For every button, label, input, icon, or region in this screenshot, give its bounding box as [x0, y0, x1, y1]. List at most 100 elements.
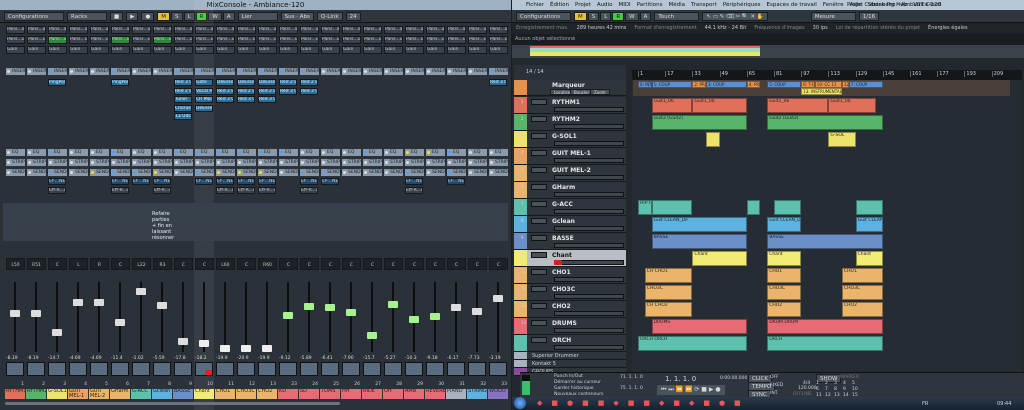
send-slot[interactable]: Ef-...NE	[216, 178, 234, 185]
position-display[interactable]: 1. 1. 1. 0	[665, 375, 696, 383]
mute-solo-buttons[interactable]	[531, 99, 547, 105]
strip-header[interactable]: STRIP	[69, 159, 88, 166]
volume-readout[interactable]: -4.69	[69, 356, 81, 361]
mute-solo-buttons[interactable]	[531, 252, 547, 258]
track-controls[interactable]	[554, 277, 624, 282]
instrument-track[interactable]: Superior Drummer	[514, 352, 626, 360]
track-header[interactable]: 12 CHO3C	[514, 284, 626, 301]
insert-slot[interactable]: Red 3 Cm	[300, 87, 318, 95]
routing-slot[interactable]: Pans...ut	[363, 36, 382, 44]
track-controls[interactable]	[554, 311, 624, 316]
sends-header[interactable]: SENDS	[6, 169, 27, 176]
punch-in-out[interactable]: Punch In/Out	[554, 374, 583, 379]
eq-header[interactable]: EQ	[6, 149, 25, 156]
read-write-buttons[interactable]	[321, 362, 339, 376]
audio-event[interactable]: Guit2 (Guit2)	[651, 115, 747, 130]
marker[interactable]: 6: T-C	[801, 81, 815, 88]
strip-header[interactable]: STRIP	[405, 159, 424, 166]
send-slot[interactable]: Eff-R...ce	[111, 186, 129, 194]
routing-slot[interactable]: Pans...as	[195, 26, 214, 34]
read-write-buttons[interactable]	[258, 362, 276, 376]
routing-slot[interactable]: Gain	[489, 46, 508, 54]
pan-control[interactable]: C	[195, 258, 214, 270]
routing-slot[interactable]: Gain	[300, 46, 319, 54]
track-header[interactable]: 8 Gclean	[514, 216, 626, 233]
volume-fader[interactable]	[262, 344, 272, 352]
routing-slot[interactable]: Gain	[258, 46, 277, 54]
pan-control[interactable]: L60	[216, 258, 235, 270]
mode-w-button[interactable]: W	[625, 11, 639, 21]
routing-slot[interactable]: Pans...ut	[279, 36, 298, 44]
sends-header[interactable]: SENDS	[48, 169, 69, 176]
routing-slot[interactable]: Pans...as	[237, 26, 256, 34]
routing-slot[interactable]: Pans...as	[174, 26, 193, 34]
volume-fader[interactable]	[94, 299, 104, 307]
track-name[interactable]: Superior Drummer	[532, 353, 579, 359]
sends-header[interactable]: SENDS	[279, 169, 300, 176]
sends-header[interactable]: SENDS	[174, 169, 195, 176]
read-write-buttons[interactable]	[342, 362, 360, 376]
audio-event[interactable]: CHO1	[767, 268, 802, 283]
routing-slot[interactable]: Gain	[426, 46, 445, 54]
read-write-buttons[interactable]	[279, 362, 297, 376]
routing-slot[interactable]: Pans...as	[447, 26, 466, 34]
volume-readout[interactable]: -14.7	[48, 356, 60, 361]
routing-slot[interactable]: Gain	[447, 46, 466, 54]
read-write-buttons[interactable]	[363, 362, 381, 376]
volume-fader[interactable]	[157, 301, 167, 309]
audio-event[interactable]: Guit2 (Guit2)	[767, 115, 883, 130]
mute-solo-buttons[interactable]	[531, 133, 547, 139]
track-controls[interactable]	[554, 141, 624, 146]
strip-header[interactable]: STRIP	[447, 159, 466, 166]
volume-readout[interactable]: -7.73	[468, 356, 480, 361]
routing-slot[interactable]: Pans...ut	[153, 36, 172, 44]
routing-slot[interactable]: Pans...as	[258, 26, 277, 34]
eq-header[interactable]: EQ	[363, 149, 382, 156]
strip-header[interactable]: STRIP	[279, 159, 298, 166]
routing-slot[interactable]: Pans...as	[279, 26, 298, 34]
mute-solo-buttons[interactable]	[531, 218, 547, 224]
inserts-header[interactable]: INSERTS	[216, 68, 241, 75]
volume-readout[interactable]: -15.7	[363, 356, 375, 361]
send-slot[interactable]: Ef-...NE	[258, 178, 276, 185]
send-slot[interactable]: Ef-...NE	[321, 178, 339, 185]
insert-slot[interactable]: Tuner	[174, 96, 192, 103]
channel-name[interactable]: STRING2	[467, 389, 487, 399]
routing-slot[interactable]: Pans...ut	[132, 36, 151, 44]
track-name[interactable]: CHO2	[552, 303, 571, 310]
volume-readout[interactable]: -8.19	[6, 356, 18, 361]
track-name[interactable]: G-SOL1	[552, 133, 577, 140]
pan-control[interactable]: C	[48, 258, 67, 270]
volume-fader[interactable]	[199, 339, 209, 347]
send-slot[interactable]: Eff-R...ce	[237, 186, 255, 194]
audio-event[interactable]: Guit1_06	[651, 98, 693, 113]
eq-header[interactable]: EQ	[279, 149, 298, 156]
volume-readout[interactable]: -9.12	[279, 356, 291, 361]
pan-control[interactable]: R	[90, 258, 109, 270]
routing-slot[interactable]: Pans...as	[300, 26, 319, 34]
routing-slot[interactable]: Pans...ut	[300, 36, 319, 44]
marker[interactable]: 5: COUP	[767, 81, 802, 88]
read-write-buttons[interactable]	[111, 362, 129, 376]
volume-readout[interactable]: -19.9	[258, 356, 270, 361]
send-slot[interactable]: Eff-R...ce	[258, 186, 276, 194]
track-controls[interactable]	[554, 345, 624, 350]
eq-header[interactable]: EQ	[195, 149, 214, 156]
read-write-buttons[interactable]	[468, 362, 486, 376]
routing-slot[interactable]: Pans...ut	[447, 36, 466, 44]
routing-slot[interactable]: Pans...ut	[69, 36, 88, 44]
audio-event[interactable]	[706, 132, 720, 147]
insert-slot[interactable]: DeEsser	[237, 79, 255, 86]
menu-item[interactable]: Espaces de travail	[767, 2, 817, 8]
eq-header[interactable]: EQ	[489, 149, 508, 156]
pan-control[interactable]: C	[174, 258, 193, 270]
channel-name[interactable]: G-ACC	[131, 389, 151, 399]
send-slot[interactable]: Ef-...NE	[48, 178, 66, 185]
volume-fader[interactable]	[304, 302, 314, 310]
volume-fader[interactable]	[241, 345, 251, 352]
routing-slot[interactable]: Pans...ut	[27, 36, 46, 44]
time-display[interactable]: 0:00:00.000	[720, 376, 747, 381]
channel-name[interactable]: GUIT MEL-2	[89, 389, 109, 399]
send-slot[interactable]: Ef-...NE	[153, 178, 171, 185]
volume-readout[interactable]: -5.59	[153, 356, 165, 361]
